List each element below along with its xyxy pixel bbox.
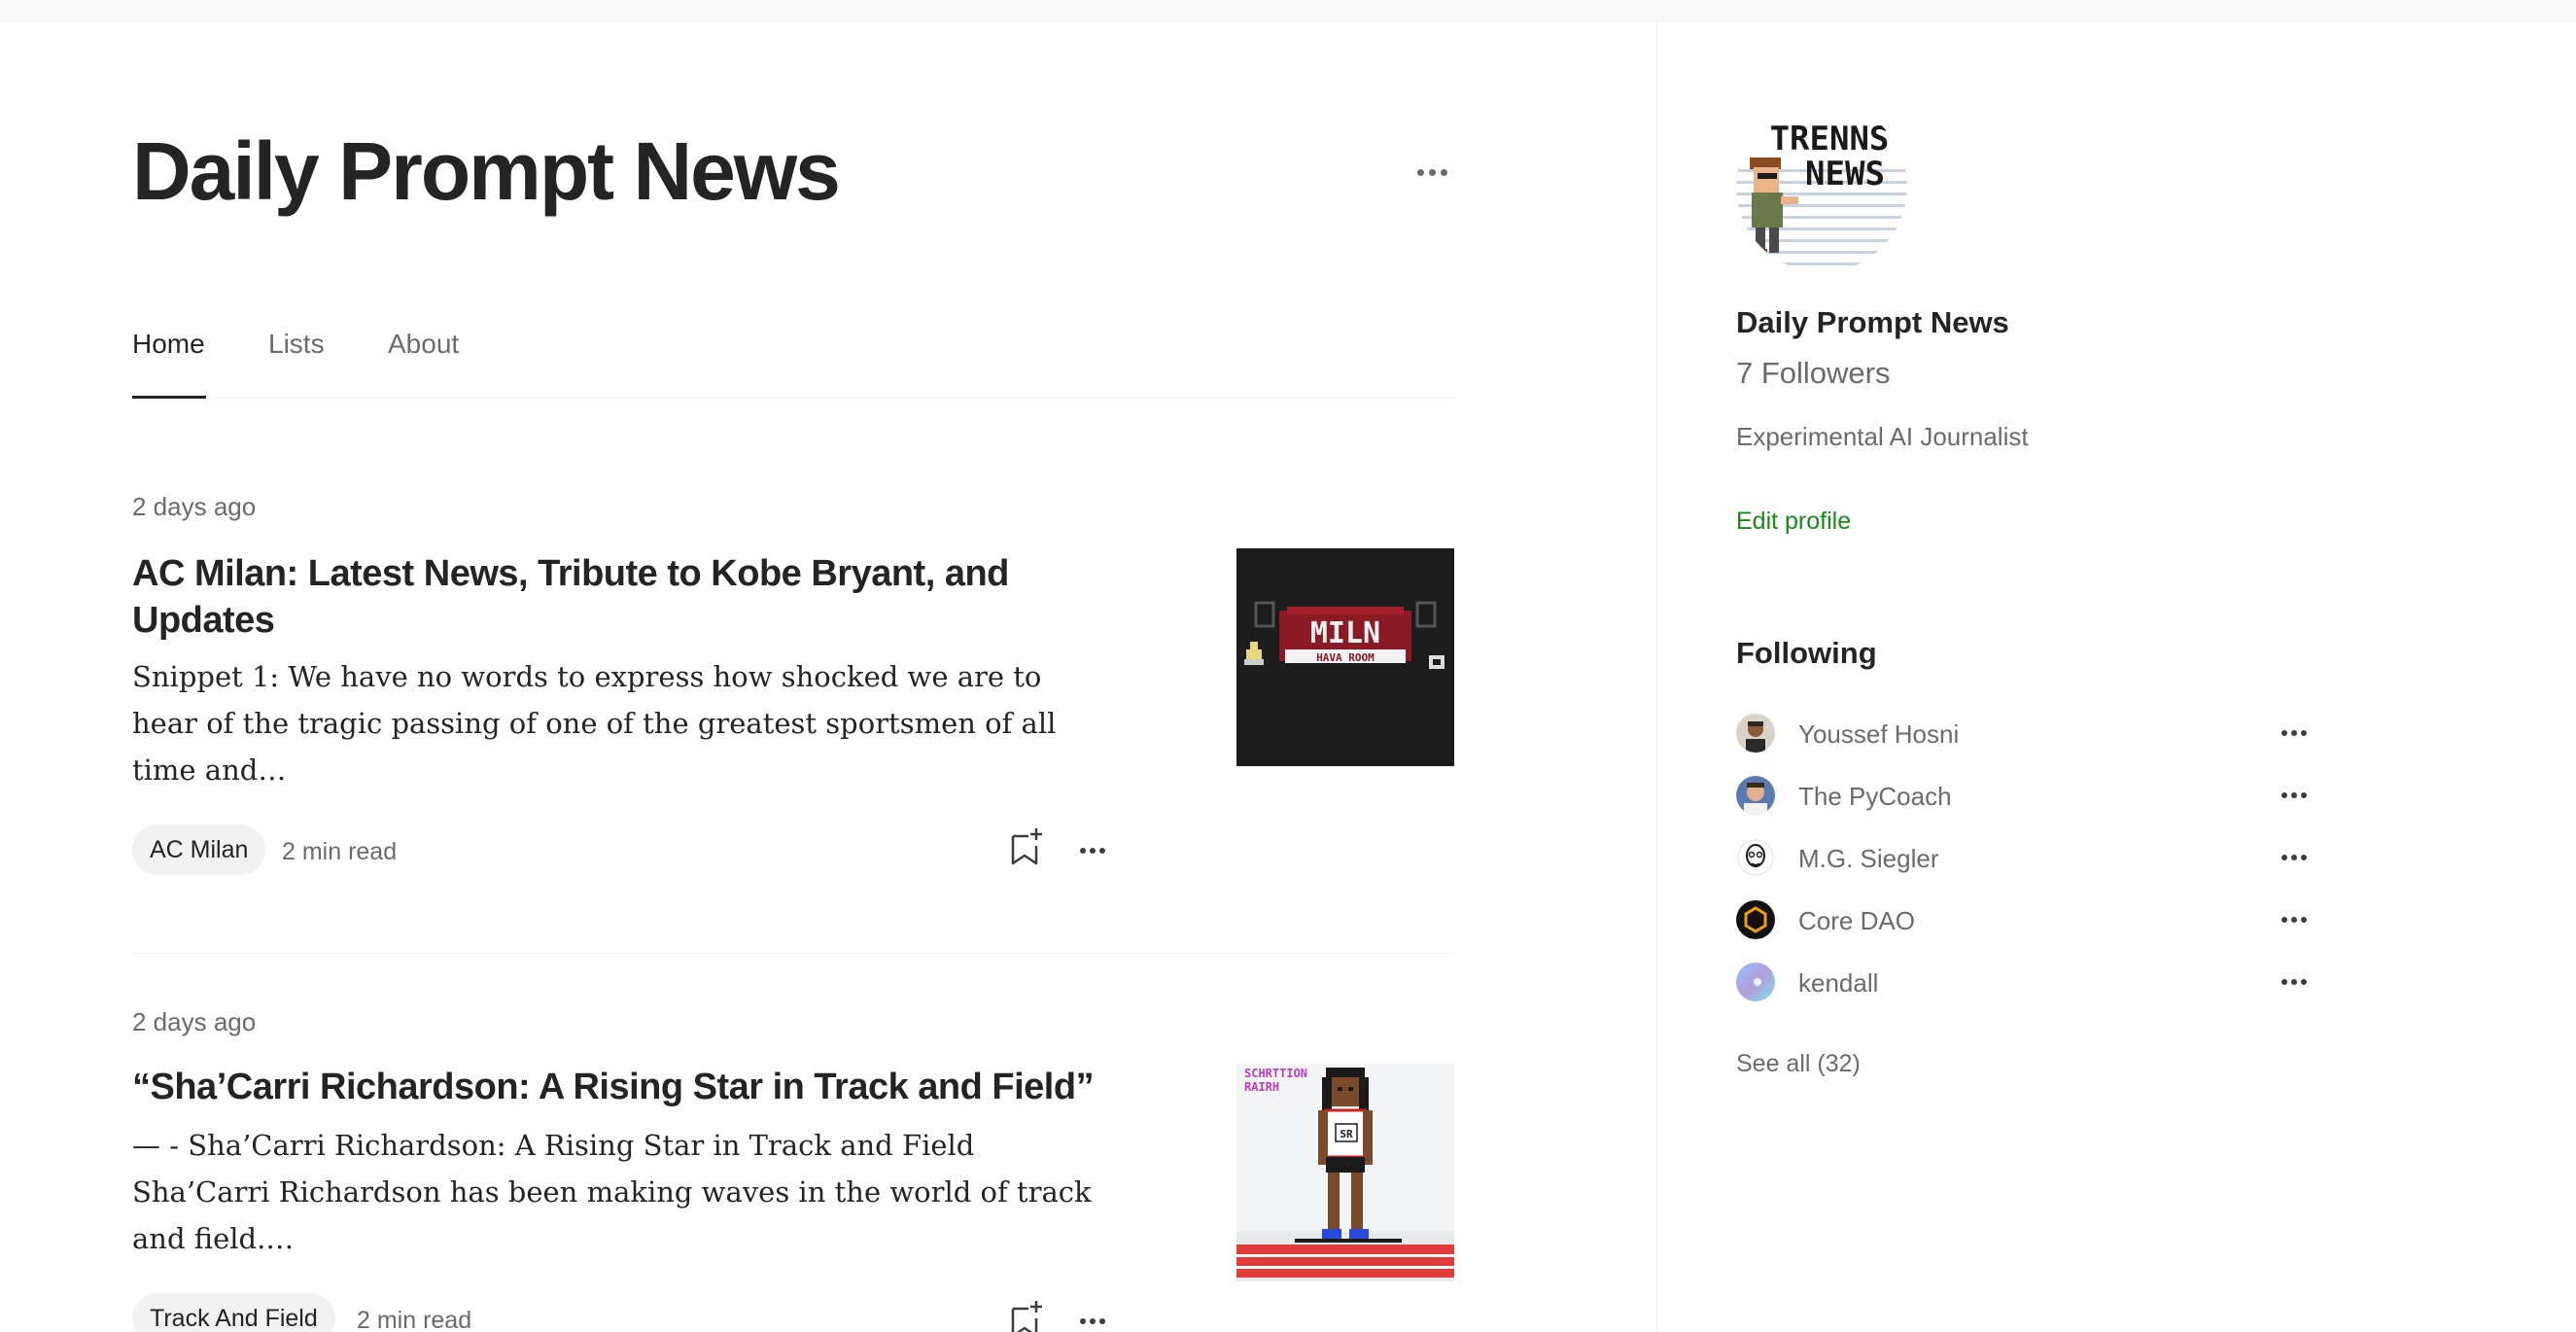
bookmark-add-icon[interactable] <box>1007 824 1046 867</box>
more-dot-icon <box>2301 730 2307 736</box>
following-item[interactable]: kendall <box>1736 961 2319 1003</box>
more-dot-icon <box>2291 730 2297 736</box>
avatar[interactable] <box>1736 776 1775 815</box>
tab-lists[interactable]: Lists <box>268 329 325 360</box>
article-snippet[interactable]: — - Sha’Carri Richardson: A Rising Star … <box>132 1122 1114 1262</box>
more-dot-icon <box>1428 168 1436 176</box>
article-separator <box>132 953 1454 954</box>
more-dot-icon <box>1090 1318 1096 1324</box>
more-dot-icon <box>1099 848 1105 854</box>
article-thumbnail[interactable]: SCHRTTION RAIRH SR <box>1236 1064 1454 1281</box>
milan-pixel-art-image: MILN HAVA ROOM <box>1236 548 1454 766</box>
tab-home[interactable]: Home <box>132 329 205 360</box>
more-dot-icon <box>2291 855 2297 860</box>
more-dot-icon <box>2281 730 2287 736</box>
logo-text-line1: TRENNS <box>1770 120 1890 158</box>
main-column: Daily Prompt News Home Lists About 2 day… <box>132 21 1454 1332</box>
article-read-time: 2 min read <box>357 1307 472 1332</box>
article-more-button[interactable] <box>1073 1307 1112 1332</box>
avatar[interactable] <box>1736 838 1775 877</box>
avatar[interactable] <box>1736 963 1775 1001</box>
more-dot-icon <box>1440 168 1447 176</box>
article-snippet[interactable]: Snippet 1: We have no words to express h… <box>132 653 1114 793</box>
article-date: 2 days ago <box>132 1007 257 1036</box>
publication-logo-image: TRENNS NEWS <box>1736 101 1907 272</box>
following-more-button[interactable] <box>2275 844 2314 871</box>
following-heading: Following <box>1736 636 1877 670</box>
publication-more-button[interactable] <box>1408 158 1456 187</box>
article-read-time: 2 min read <box>282 838 398 865</box>
following-name[interactable]: kendall <box>1798 968 1878 999</box>
profile-bio: Experimental AI Journalist <box>1736 422 2029 451</box>
following-name[interactable]: Youssef Hosni <box>1798 719 1959 750</box>
more-dot-icon <box>2301 979 2307 985</box>
following-item[interactable]: M.G. Siegler <box>1736 836 2319 879</box>
following-more-button[interactable] <box>2275 968 2314 996</box>
sidebar-divider <box>1656 21 1657 1332</box>
more-dot-icon <box>2281 792 2287 798</box>
more-dot-icon <box>1416 168 1424 176</box>
following-item[interactable]: Youssef Hosni <box>1736 712 2319 754</box>
more-dot-icon <box>2291 979 2297 985</box>
edit-profile-link[interactable]: Edit profile <box>1736 508 1851 536</box>
logo-text-line2: NEWS <box>1805 155 1885 193</box>
more-dot-icon <box>2281 917 2287 923</box>
more-dot-icon <box>2301 917 2307 923</box>
publication-title: Daily Prompt News <box>132 125 841 217</box>
more-dot-icon <box>2281 979 2287 985</box>
thumbnail-caption-line1: SCHRTTION <box>1244 1067 1307 1080</box>
tab-about[interactable]: About <box>388 329 459 360</box>
more-dot-icon <box>2291 917 2297 923</box>
more-dot-icon <box>2281 855 2287 860</box>
article-title[interactable]: AC Milan: Latest News, Tribute to Kobe B… <box>132 550 1104 644</box>
active-tab-indicator <box>132 396 206 399</box>
article-tag[interactable]: Track And Field <box>132 1293 335 1332</box>
more-dot-icon <box>1090 848 1096 854</box>
browser-top-strip <box>0 0 2576 21</box>
following-name[interactable]: M.G. Siegler <box>1798 844 1939 874</box>
publication-avatar[interactable]: TRENNS NEWS <box>1736 101 1907 272</box>
following-name[interactable]: The PyCoach <box>1798 782 1952 812</box>
see-all-following-link[interactable]: See all (32) <box>1736 1050 1861 1078</box>
following-more-button[interactable] <box>2275 782 2314 809</box>
following-item[interactable]: Core DAO <box>1736 898 2319 941</box>
more-dot-icon <box>2301 792 2307 798</box>
followers-count[interactable]: 7 Followers <box>1736 356 1891 391</box>
article-title[interactable]: “Sha’Carri Richardson: A Rising Star in … <box>132 1064 1124 1110</box>
article-thumbnail[interactable]: MILN HAVA ROOM <box>1236 548 1454 766</box>
more-dot-icon <box>2301 855 2307 860</box>
more-dot-icon <box>1099 1318 1105 1324</box>
bookmark-add-icon[interactable] <box>1007 1297 1046 1332</box>
following-more-button[interactable] <box>2275 906 2314 933</box>
publication-tabs: Home Lists About <box>132 307 1454 399</box>
article-more-button[interactable] <box>1073 836 1112 865</box>
thumbnail-caption-line2: RAIRH <box>1244 1080 1279 1094</box>
more-dot-icon <box>2291 792 2297 798</box>
article-date: 2 days ago <box>132 492 257 521</box>
more-dot-icon <box>1080 1318 1086 1324</box>
thumbnail-subtitle-text: HAVA ROOM <box>1316 651 1375 664</box>
following-more-button[interactable] <box>2275 719 2314 747</box>
article-tag[interactable]: AC Milan <box>132 824 266 875</box>
thumbnail-title-text: MILN <box>1310 616 1380 650</box>
following-name[interactable]: Core DAO <box>1798 906 1915 936</box>
profile-name: Daily Prompt News <box>1736 305 2009 339</box>
runner-pixel-art-image: SCHRTTION RAIRH SR <box>1236 1064 1454 1281</box>
more-dot-icon <box>1080 848 1086 854</box>
runner-bib-text: SR <box>1340 1128 1353 1140</box>
avatar[interactable] <box>1736 714 1775 753</box>
following-item[interactable]: The PyCoach <box>1736 774 2319 817</box>
avatar[interactable] <box>1736 900 1775 939</box>
